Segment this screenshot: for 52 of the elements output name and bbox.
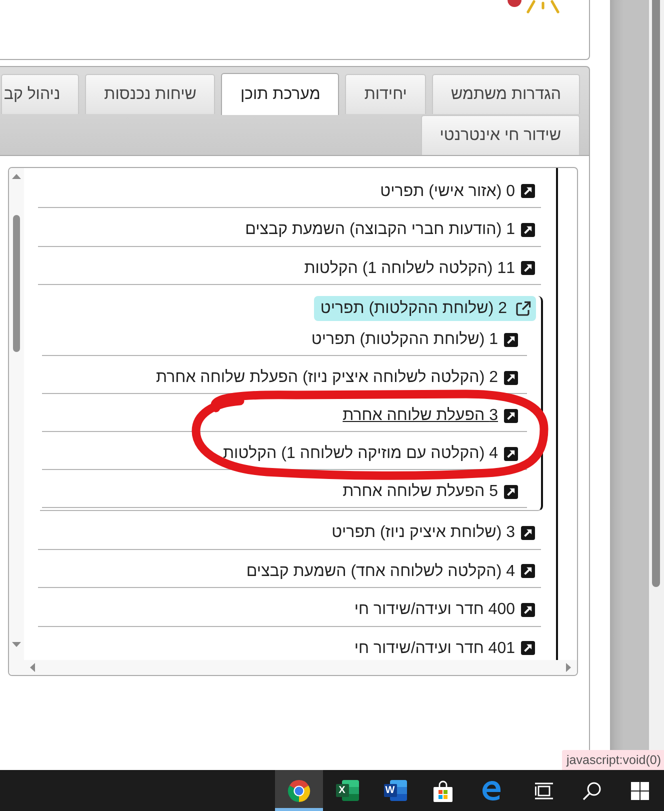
window-panes-icon [631, 782, 649, 800]
tab[interactable]: מערכת תוכן [221, 73, 340, 115]
arrow-square-icon [504, 408, 518, 422]
scrollbar[interactable] [649, 0, 664, 750]
tab[interactable]: ניהול קב [0, 74, 80, 114]
tab[interactable]: הגדרות משתמש [432, 74, 580, 114]
scrollbar[interactable] [24, 660, 577, 675]
arrow-square-icon [521, 261, 535, 276]
arrow-square-icon [521, 602, 535, 617]
caret-down-icon[interactable] [12, 642, 21, 647]
arrow-square-icon [521, 222, 535, 237]
arrow-square-icon [504, 484, 518, 498]
scrollbar-thumb[interactable] [13, 215, 20, 352]
external-link-icon [515, 300, 531, 316]
arrow-square-icon [521, 184, 535, 198]
link-preview-tooltip: javascript:void(0) [562, 750, 664, 770]
taskbar-button[interactable]: W [371, 770, 419, 811]
arrow-square-icon [504, 332, 518, 346]
arrow-square-icon [521, 526, 535, 540]
arrow-square-icon [504, 370, 518, 384]
stacked-windows-icon [534, 782, 554, 800]
tab[interactable]: שיחות נכנסות [85, 74, 216, 114]
e-logo-icon [480, 778, 502, 802]
tree-link[interactable]: 1 (הודעות חברי הקבוצה) השמעת קבצים [245, 220, 535, 240]
scrollbar[interactable] [9, 168, 24, 675]
segmented-circle-icon [287, 778, 311, 802]
caret-left-icon[interactable] [30, 663, 35, 672]
tree-link[interactable]: 1 (שלוחת ההקלטות) תפריט [311, 330, 518, 349]
tab[interactable]: יחידות [345, 74, 426, 114]
tree-link[interactable]: 5 הפעלת שלוחה אחרת [342, 482, 518, 501]
tab[interactable]: שידור חי אינטרנטי [420, 115, 580, 155]
taskbar-button[interactable] [275, 770, 323, 811]
search-icon [582, 780, 602, 800]
caret-right-icon[interactable] [566, 663, 571, 672]
tree-link[interactable]: 4 (הקלטה לשלוחה אחד) השמעת קבצים [246, 562, 535, 581]
tree-link[interactable]: 3 הפעלת שלוחה אחרת [342, 406, 518, 425]
tree-link[interactable]: 3 (שלוחת איציק ניוז) תפריט [332, 523, 535, 542]
tree-link[interactable]: 2 (הקלטה לשלוחה איציק ניוז) הפעלת שלוחה אחרת [156, 368, 518, 387]
caret-up-icon[interactable] [12, 174, 21, 179]
arrow-square-icon [521, 641, 535, 656]
tree-link[interactable]: 401 חדר ועידה/שידור חי [354, 638, 535, 658]
logo-icon [506, 0, 560, 14]
arrow-square-icon [504, 446, 518, 460]
tree-link[interactable]: 0 (אזור אישי) תפריט [380, 182, 535, 201]
arrow-square-icon [521, 564, 535, 578]
tree-link[interactable]: 2 (שלוחת ההקלטות) תפריט [314, 296, 536, 321]
tree-link[interactable]: 4 (הקלטה עם מוזיקה לשלוחה 1) הקלטות [222, 444, 518, 463]
tree-link[interactable]: 11 (הקלטה לשלוחה 1) הקלטות [304, 258, 535, 278]
taskbar-button[interactable]: X [323, 770, 371, 811]
shopping-bag-icon [432, 780, 454, 802]
scrollbar-thumb[interactable] [652, 0, 660, 587]
tree-link[interactable]: 400 חדר ועידה/שידור חי [354, 600, 535, 620]
